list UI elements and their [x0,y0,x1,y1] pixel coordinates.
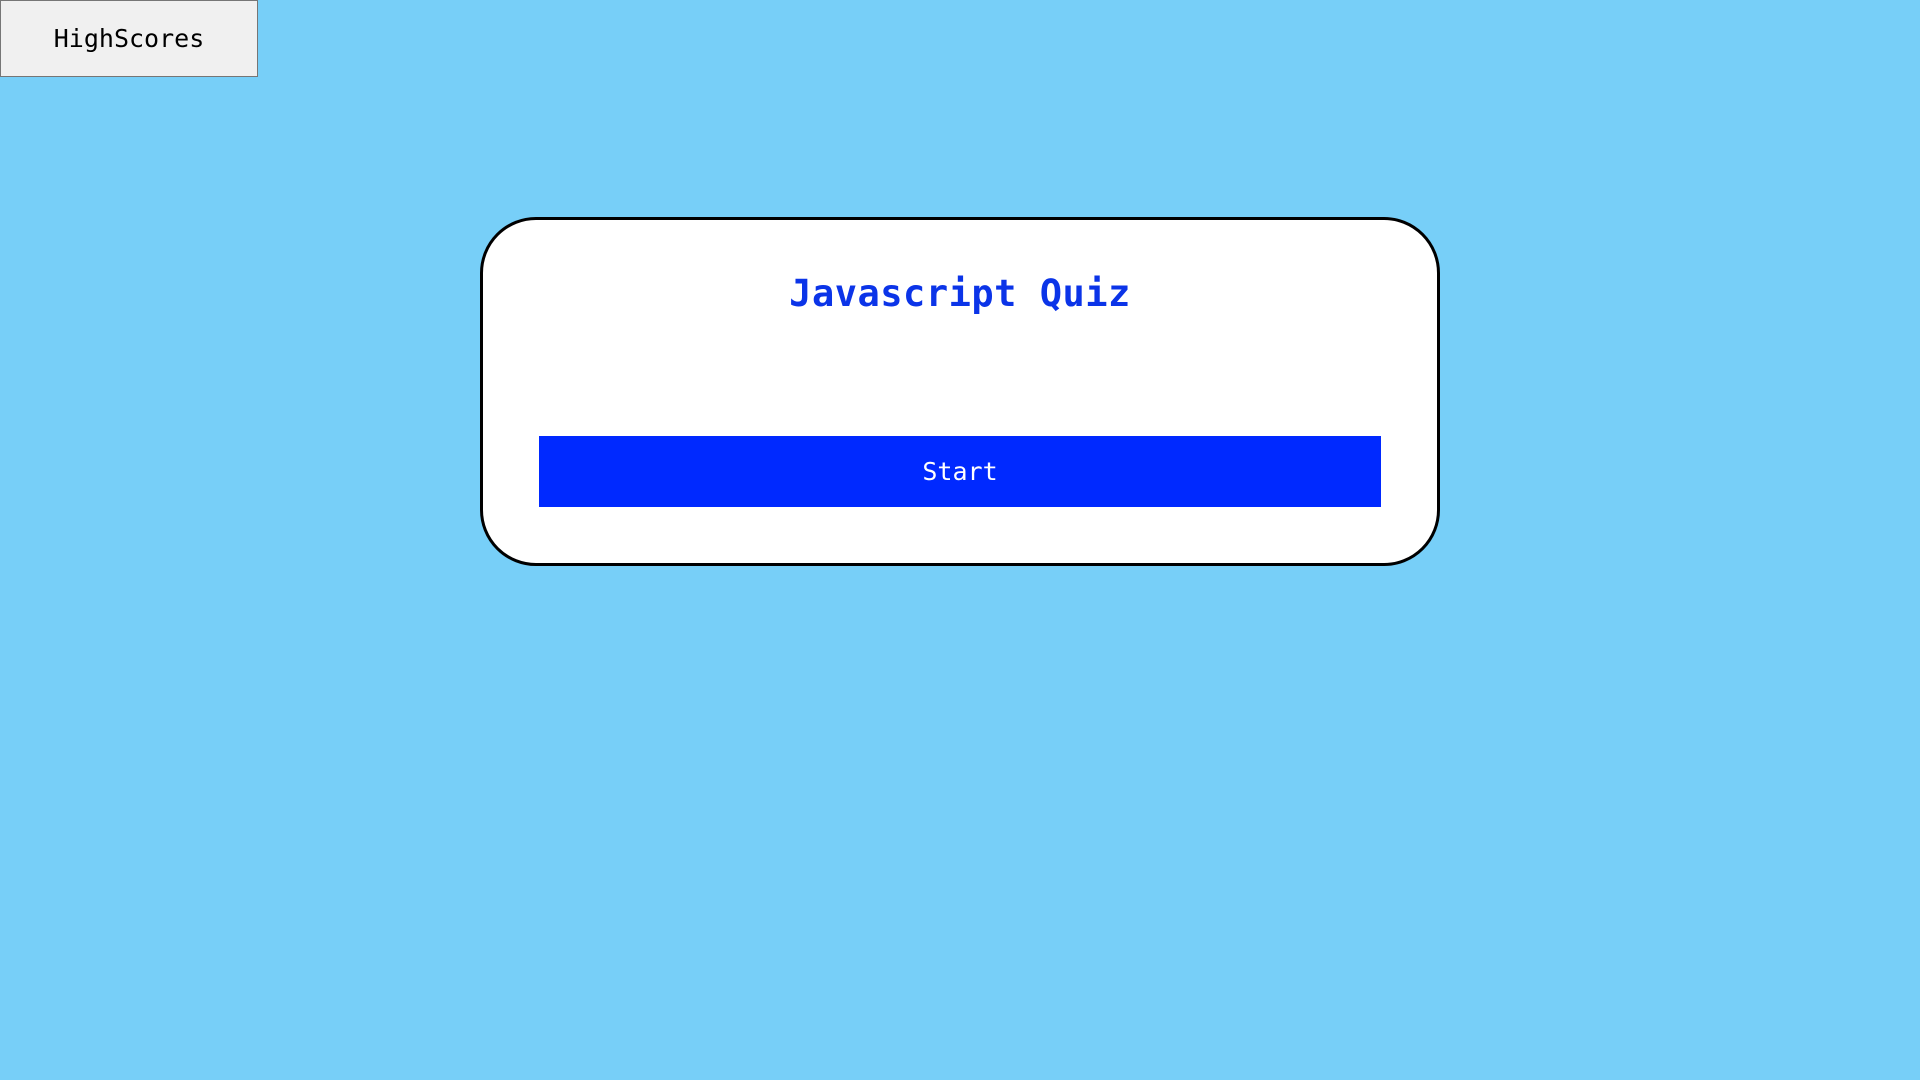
quiz-title: Javascript Quiz [789,272,1131,315]
quiz-card: Javascript Quiz Start [480,217,1440,566]
highscores-button[interactable]: HighScores [0,0,258,77]
start-button[interactable]: Start [539,436,1381,507]
